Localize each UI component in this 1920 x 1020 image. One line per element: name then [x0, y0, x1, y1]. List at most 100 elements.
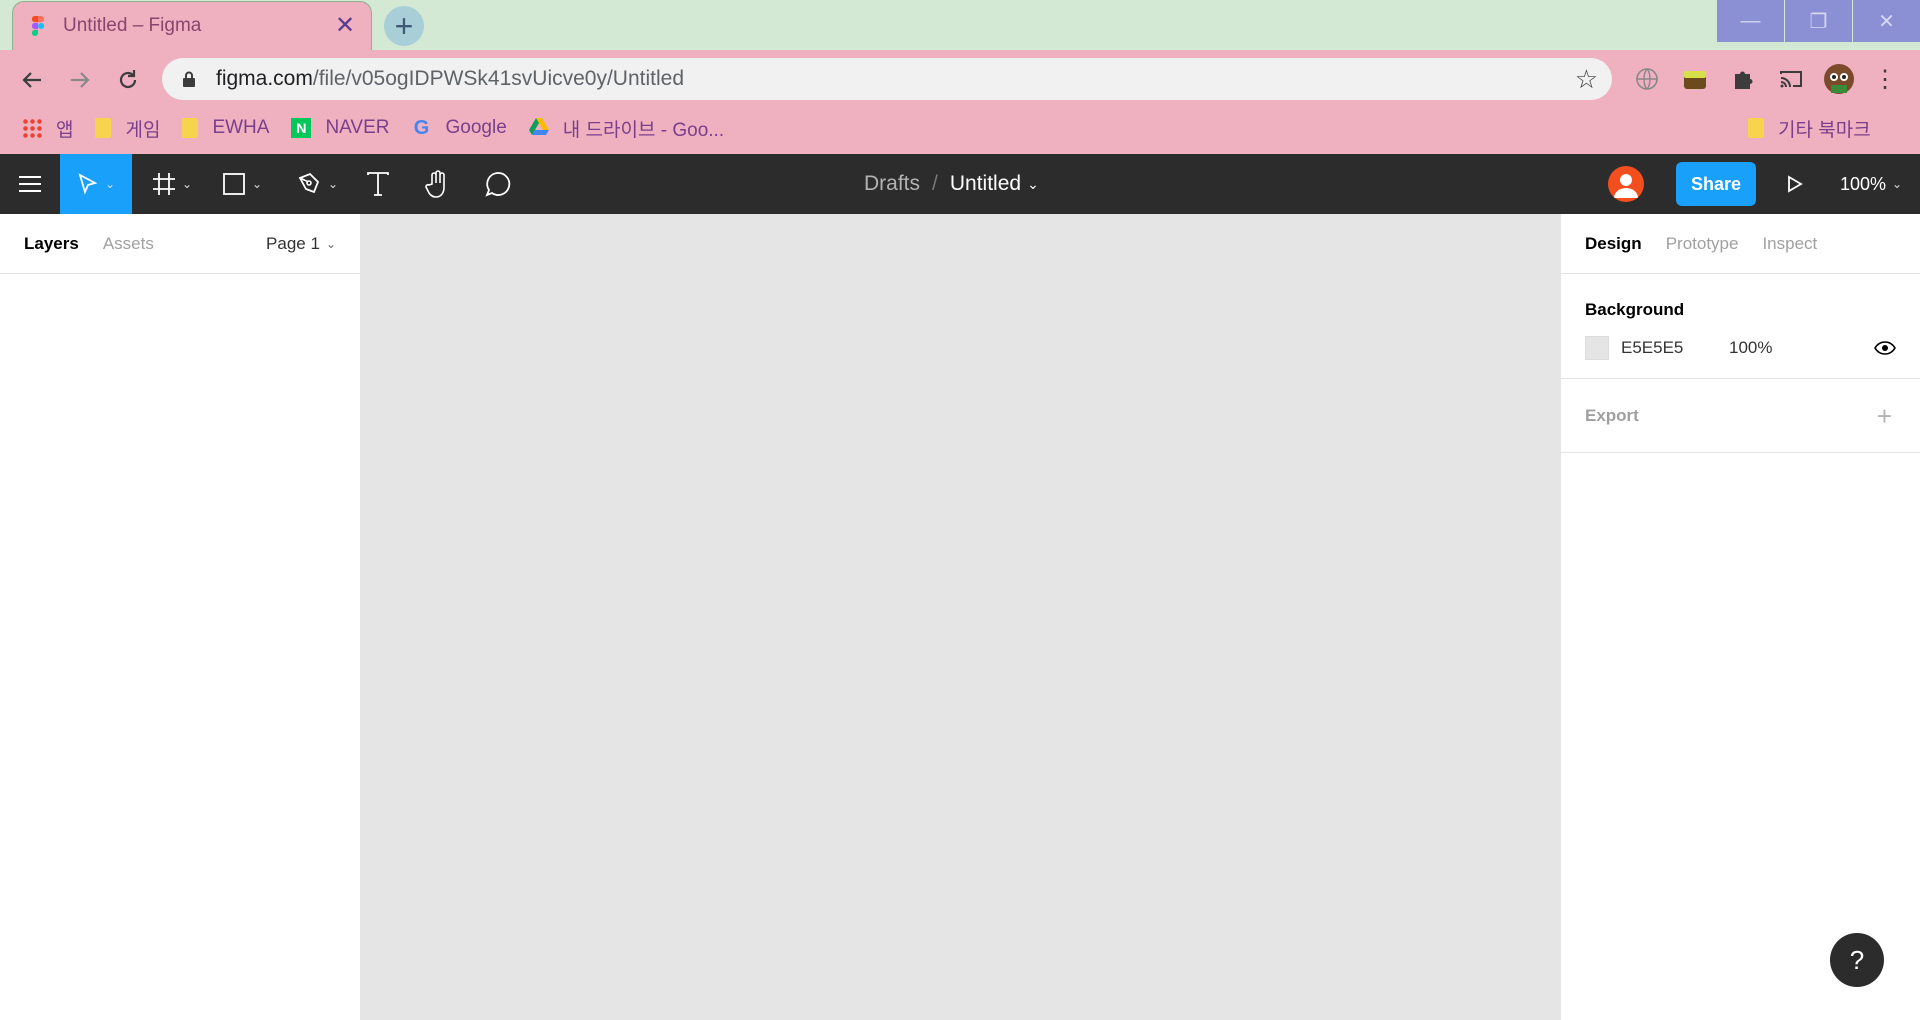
browser-tab[interactable]: Untitled – Figma ✕ [12, 1, 372, 50]
bookmarks-bar: 앱 게임 EWHA N NAVER G Google 내 드라이브 - Goo.… [0, 108, 1920, 148]
breadcrumb-drafts[interactable]: Drafts [864, 172, 920, 196]
chevron-down-icon: ⌄ [327, 177, 339, 191]
profile-avatar-icon[interactable] [1822, 62, 1856, 96]
chevron-down-icon: ⌄ [181, 177, 193, 191]
browser-toolbar: figma.com/file/v05ogIDPWSk41svUicve0y/Un… [0, 50, 1920, 154]
bookmark-naver[interactable]: N NAVER [291, 117, 390, 139]
share-button[interactable]: Share [1676, 162, 1756, 206]
bookmark-label: 앱 [56, 119, 74, 141]
rectangle-icon [223, 173, 245, 195]
browser-tabstrip: Untitled – Figma ✕ + — ❐ ✕ [0, 0, 1920, 50]
add-export-icon[interactable]: + [1877, 401, 1892, 432]
background-hex[interactable]: E5E5E5 [1621, 338, 1729, 358]
cursor-icon [78, 173, 98, 195]
folder-icon [182, 118, 199, 138]
breadcrumb: Drafts / Untitled ⌄ [864, 154, 1039, 214]
hand-tool-button[interactable] [416, 154, 460, 214]
bookmark-other[interactable]: 기타 북마크 [1748, 115, 1871, 142]
file-name[interactable]: Untitled [950, 172, 1021, 196]
play-icon [1788, 175, 1803, 193]
shape-tool-button[interactable]: ⌄ [212, 154, 272, 214]
chevron-down-icon: ⌄ [104, 177, 116, 191]
comment-icon [485, 172, 511, 197]
url-path: /file/v05ogIDPWSk41svUicve0y/Untitled [312, 67, 685, 90]
tab-title: Untitled – Figma [63, 15, 202, 36]
page-selector[interactable]: Page 1 ⌄ [266, 234, 336, 254]
bookmark-drive[interactable]: 내 드라이브 - Goo... [528, 115, 725, 142]
right-panel: Design Prototype Inspect Background E5E5… [1560, 214, 1920, 1020]
frame-icon [152, 173, 175, 195]
tab-assets[interactable]: Assets [103, 234, 154, 254]
figma-logo-icon [31, 16, 45, 36]
zoom-dropdown[interactable]: 100% ⌄ [1840, 154, 1902, 214]
back-icon[interactable] [12, 60, 52, 100]
hand-icon [425, 170, 445, 198]
url-text: figma.com/file/v05ogIDPWSk41svUicve0y/Un… [216, 67, 1575, 91]
reload-icon[interactable] [108, 60, 148, 100]
frame-tool-button[interactable]: ⌄ [142, 154, 202, 214]
color-swatch[interactable] [1585, 336, 1609, 360]
apps-grid-icon [22, 118, 42, 138]
folder-icon [95, 118, 112, 138]
background-opacity[interactable]: 100% [1729, 338, 1874, 358]
folder-icon [1748, 118, 1764, 138]
cast-icon[interactable] [1774, 62, 1808, 96]
move-tool-button[interactable]: ⌄ [60, 154, 132, 214]
export-title: Export [1585, 405, 1639, 425]
minimize-icon[interactable]: — [1717, 0, 1784, 42]
globe-extension-icon[interactable] [1630, 62, 1664, 96]
bookmark-folder-game[interactable]: 게임 [95, 115, 160, 142]
bookmark-label: 내 드라이브 - Goo... [562, 119, 725, 141]
comment-tool-button[interactable] [476, 154, 520, 214]
bookmark-google[interactable]: G Google [412, 117, 507, 139]
help-button[interactable]: ? [1830, 933, 1884, 987]
export-section: Export + [1561, 379, 1920, 453]
tab-close-icon[interactable]: ✕ [331, 12, 359, 40]
lock-icon [183, 71, 195, 87]
present-button[interactable] [1780, 154, 1810, 214]
chevron-down-icon[interactable]: ⌄ [1027, 176, 1039, 193]
left-panel-tabs: Layers Assets Page 1 ⌄ [0, 214, 360, 274]
left-panel: Layers Assets Page 1 ⌄ [0, 214, 361, 1020]
puzzle-extension-icon[interactable] [1726, 62, 1760, 96]
right-panel-tabs: Design Prototype Inspect [1561, 214, 1920, 274]
window-controls: — ❐ ✕ [1716, 0, 1920, 42]
text-icon [367, 172, 389, 196]
background-fill-row: E5E5E5 100% [1585, 330, 1896, 378]
chevron-down-icon: ⌄ [1892, 177, 1903, 191]
chevron-down-icon: ⌄ [325, 236, 336, 251]
bookmark-label: EWHA [212, 117, 270, 138]
breadcrumb-separator: / [932, 172, 938, 195]
text-tool-button[interactable] [358, 154, 398, 214]
tab-prototype[interactable]: Prototype [1666, 234, 1739, 254]
google-icon: G [413, 117, 430, 139]
pen-icon [298, 172, 320, 194]
design-canvas[interactable] [361, 214, 1560, 1020]
pen-tool-button[interactable]: ⌄ [288, 154, 348, 214]
bookmark-folder-ewha[interactable]: EWHA [182, 117, 269, 139]
figma-toolbar: ⌄ ⌄ ⌄ ⌄ Drafts / Untitled ⌄ Share 100% ⌄ [0, 154, 1920, 214]
close-window-icon[interactable]: ✕ [1853, 0, 1920, 42]
bookmark-apps[interactable]: 앱 [22, 115, 73, 142]
url-host: figma.com [216, 67, 313, 90]
plant-extension-icon[interactable] [1678, 62, 1712, 96]
new-tab-button[interactable]: + [384, 6, 424, 46]
background-section: Background E5E5E5 100% [1561, 274, 1920, 379]
address-bar[interactable]: figma.com/file/v05ogIDPWSk41svUicve0y/Un… [162, 58, 1612, 100]
main-menu-icon[interactable] [0, 154, 60, 214]
restore-icon[interactable]: ❐ [1785, 0, 1852, 42]
bookmark-star-icon[interactable]: ☆ [1575, 64, 1598, 95]
bookmark-label: 게임 [125, 119, 161, 141]
tab-design[interactable]: Design [1585, 234, 1642, 254]
tab-layers[interactable]: Layers [24, 234, 79, 254]
naver-icon: N [291, 118, 312, 138]
zoom-level: 100% [1840, 173, 1887, 194]
user-avatar[interactable] [1608, 166, 1644, 202]
eye-icon[interactable] [1874, 341, 1896, 355]
forward-icon[interactable] [60, 60, 100, 100]
bookmark-label: 기타 북마크 [1778, 119, 1871, 141]
tab-inspect[interactable]: Inspect [1762, 234, 1817, 254]
page-selector-label: Page 1 [266, 233, 320, 253]
more-menu-icon[interactable]: ⋮ [1868, 62, 1902, 96]
background-title: Background [1585, 300, 1685, 319]
